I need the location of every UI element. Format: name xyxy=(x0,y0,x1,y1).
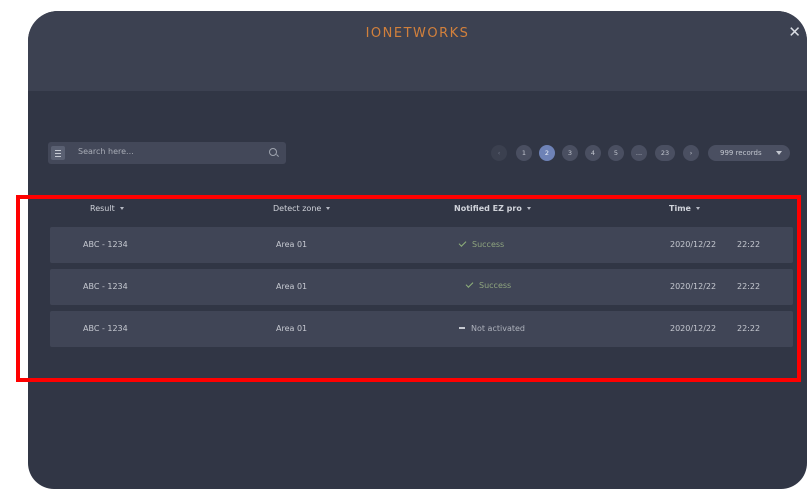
brand-logo: IONETWORKS xyxy=(365,26,470,41)
search-icon[interactable] xyxy=(269,148,277,156)
page-4[interactable]: 4 xyxy=(585,145,601,161)
search-placeholder: Search here... xyxy=(78,147,134,156)
page-2[interactable]: 2 xyxy=(539,145,555,161)
close-icon[interactable]: ✕ xyxy=(788,23,801,41)
modal-header: IONETWORKS ✕ xyxy=(28,11,807,91)
records-label: 999 records xyxy=(720,149,762,157)
records-select[interactable]: 999 records xyxy=(708,145,790,161)
prev-page-icon[interactable]: ‹ xyxy=(491,145,507,161)
page-ellipsis: ... xyxy=(631,145,647,161)
page-23[interactable]: 23 xyxy=(655,145,675,161)
search-input[interactable]: Search here... xyxy=(48,142,286,164)
chevron-down-icon xyxy=(776,151,782,155)
highlight-box xyxy=(16,195,801,382)
page-5[interactable]: 5 xyxy=(608,145,624,161)
menu-icon[interactable] xyxy=(51,146,65,160)
next-page-icon[interactable]: › xyxy=(683,145,699,161)
page-1[interactable]: 1 xyxy=(516,145,532,161)
page-3[interactable]: 3 xyxy=(562,145,578,161)
